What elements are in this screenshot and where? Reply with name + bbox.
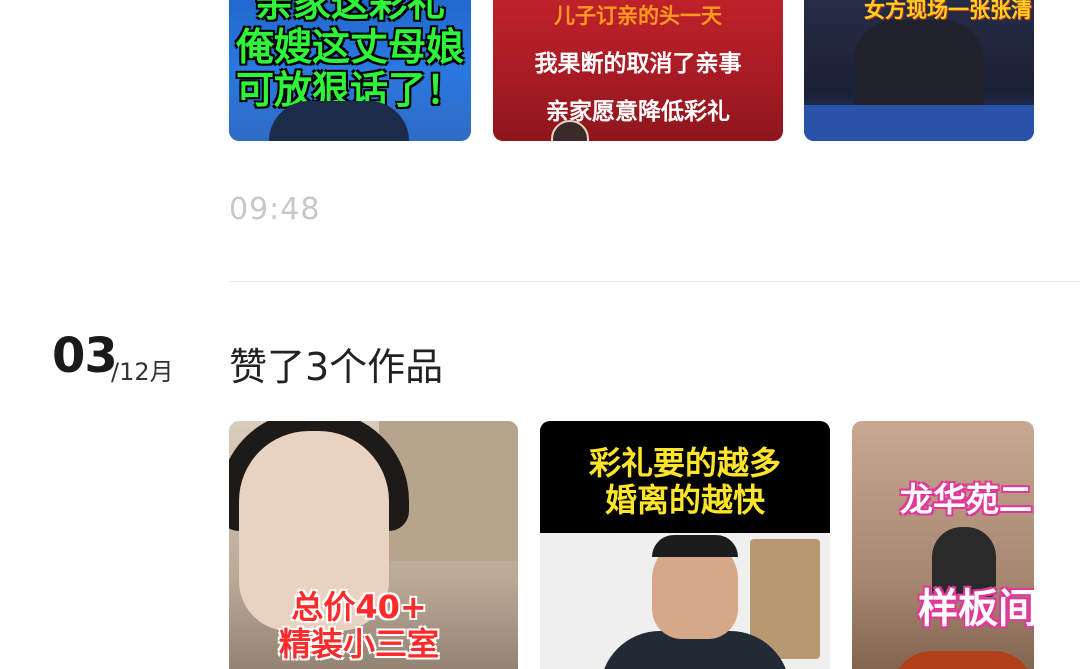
thumbnail-caption: 我果断的取消了亲事 (534, 51, 742, 77)
thumbnail-caption: 总价40+ 精装小三室 (279, 589, 439, 663)
video-thumbnail[interactable]: 龙华苑二 样板间 (852, 421, 1034, 669)
thumbnail-caption-line: 总价40+ (291, 588, 427, 626)
video-thumbnail[interactable]: 总价40+ 精装小三室 (229, 421, 518, 669)
thumbnail-figure-hair (652, 535, 738, 557)
thumbnail-caption: 龙华苑二 (900, 480, 1032, 519)
video-thumbnail[interactable]: 亲家这彩礼 俺嫂这丈母娘 可放狠话了！ (229, 0, 471, 141)
thumbnail-caption: 亲家这彩礼 (254, 0, 445, 25)
divider (229, 281, 1080, 282)
liked-works-feed: 亲家这彩礼 俺嫂这丈母娘 可放狠话了！ 儿子订亲的头一天 我果断的取消了亲事 亲… (0, 0, 1080, 669)
thumbnail-figure (269, 101, 409, 141)
date-month: /12月 (111, 358, 174, 386)
video-thumbnail[interactable]: 儿子订亲的头一天 我果断的取消了亲事 亲家愿意降低彩礼 (493, 0, 783, 141)
activity-title: 赞了3个作品 (229, 345, 444, 389)
date-day: 03 (52, 328, 118, 384)
thumbnail-banner (804, 105, 1034, 141)
thumbnail-caption: 儿子订亲的头一天 (554, 4, 722, 28)
activity-time: 09:48 (229, 192, 321, 227)
thumbnail-caption-line: 婚离的越快 (604, 480, 765, 519)
thumbnail-caption-line: 精装小三室 (279, 624, 440, 663)
video-thumbnail[interactable]: 女方现场一张张清 (804, 0, 1034, 141)
thumbnail-caption-line: 彩礼要的越多 (588, 444, 781, 482)
video-thumbnail[interactable]: 彩礼要的越多 婚离的越快 (540, 421, 830, 669)
thumbnail-foreground (892, 651, 1034, 669)
thumbnail-caption: 彩礼要的越多 婚离的越快 (540, 445, 830, 519)
thumbnail-figure (854, 20, 984, 110)
thumbnail-caption: 俺嫂这丈母娘 (235, 24, 464, 69)
thumbnail-caption: 样板间 (918, 586, 1034, 632)
thumbnail-caption: 女方现场一张张清 (864, 0, 1032, 22)
